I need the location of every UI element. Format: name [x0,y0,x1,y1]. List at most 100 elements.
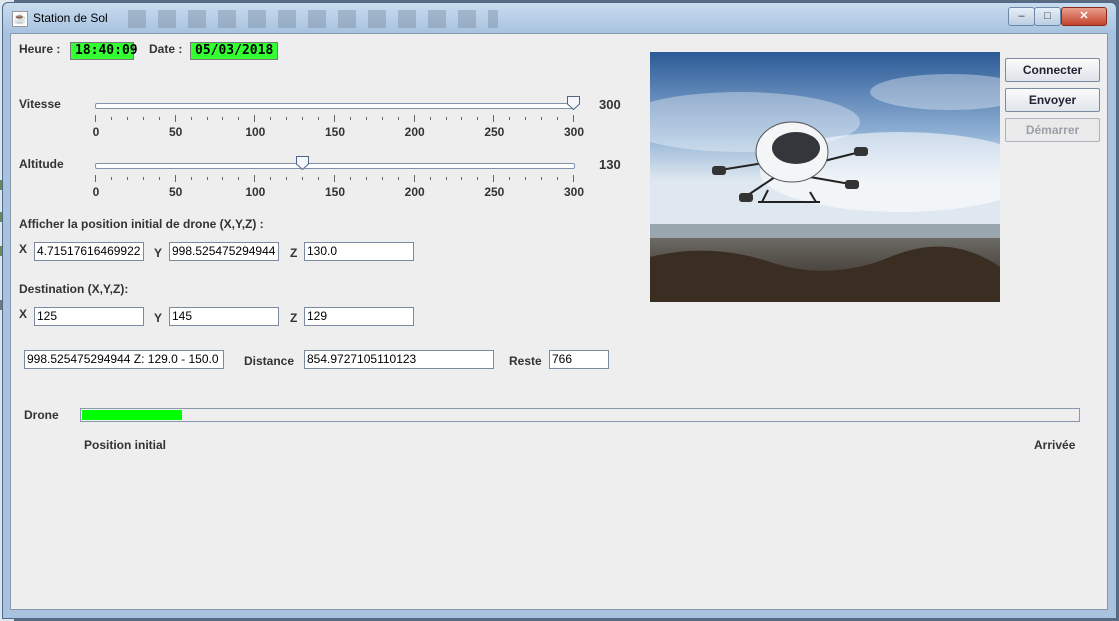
vitesse-slider[interactable]: 0 50 100 150 200 250 300 [92,96,615,156]
altitude-tick [525,177,527,180]
destination-z-field[interactable]: 129 [304,307,414,326]
vitesse-tick [541,117,543,120]
vitesse-tick-label: 100 [245,125,266,139]
altitude-slider[interactable]: 0 50 100 150 200 250 300 [92,156,615,216]
destination-x-field[interactable]: 125 [34,307,144,326]
position-z-field[interactable]: 130.0 [304,242,414,261]
altitude-tick [158,177,160,180]
position-z-label: Z [290,246,298,260]
vitesse-tick [318,117,320,120]
vitesse-tick [110,117,112,120]
altitude-tick [174,175,176,182]
drone-progress-bar [80,408,1080,422]
close-button[interactable]: ✕ [1061,7,1107,26]
start-position-label: Position initial [84,438,167,452]
altitude-slider-track[interactable] [95,163,575,169]
demarrer-button[interactable]: Démarrer [1005,118,1100,142]
altitude-tick [142,177,144,180]
vitesse-tick [413,115,415,122]
destination-y-field[interactable]: 145 [169,307,279,326]
position-y-field[interactable]: 998.525475294944 [169,242,279,261]
altitude-ticks [95,175,575,185]
vitesse-slider-thumb[interactable] [567,96,580,110]
altitude-tick [429,177,431,180]
altitude-tick [206,177,208,180]
vitesse-tick [174,115,176,122]
altitude-tick [365,177,367,180]
app-window: ☕ Station de Sol – □ ✕ Heure : 18:40:09 … [2,2,1117,619]
vitesse-tick-label: 200 [404,125,425,139]
altitude-tick [286,177,288,180]
altitude-tick [349,177,351,180]
altitude-tick-label: 100 [245,185,266,199]
vitesse-tick [222,117,224,120]
vitesse-tick [302,117,304,120]
altitude-label: Altitude [19,157,64,171]
vitesse-tick [190,117,192,120]
vitesse-tick [509,117,511,120]
altitude-tick-label: 0 [92,185,100,199]
vitesse-tick [381,117,383,120]
maximize-button[interactable]: □ [1034,7,1061,26]
vitesse-tick [397,117,399,120]
drone-progress-fill [82,410,182,420]
altitude-tick [477,177,479,180]
background-toolbar [128,10,498,28]
altitude-tick-label: 50 [168,185,183,199]
main-panel: Heure : 18:40:09 Date : 05/03/2018 Vites… [10,33,1108,610]
altitude-tick [254,175,256,182]
altitude-tick [95,175,96,182]
envoyer-button[interactable]: Envoyer [1005,88,1100,112]
distance-label: Distance [244,354,295,368]
heure-label: Heure : [19,42,61,56]
altitude-tick [110,177,112,180]
reste-field[interactable]: 766 [549,350,609,369]
distance-field[interactable]: 854.9727105110123 [304,350,494,369]
vitesse-tick [557,117,559,120]
destination-x-label: X [19,307,28,321]
vitesse-tick-label: 0 [92,125,100,139]
position-x-field[interactable]: 4.71517616469922 [34,242,144,261]
altitude-tick-labels: 0 50 100 150 200 250 300 [92,185,615,199]
vitesse-slider-track[interactable] [95,103,575,109]
vitesse-tick-labels: 0 50 100 150 200 250 300 [92,125,615,139]
altitude-tick [222,177,224,180]
altitude-tick [270,177,272,180]
destination-z-label: Z [290,311,298,325]
vitesse-value: 300 [599,97,621,112]
connecter-button[interactable]: Connecter [1005,58,1100,82]
date-label: Date : [149,42,183,56]
position-section-label: Afficher la position initial de drone (X… [19,217,264,231]
reste-label: Reste [509,354,542,368]
vitesse-tick [477,117,479,120]
java-icon: ☕ [12,11,28,27]
heure-field: 18:40:09 [70,42,138,60]
vitesse-tick [334,115,335,122]
altitude-tick-label: 200 [404,185,425,199]
drone-progress-label: Drone [24,408,59,422]
minimize-button[interactable]: – [1008,7,1035,26]
position-y-value: 998.525475294944 [172,244,276,258]
vitesse-tick [573,115,574,122]
altitude-tick-label: 250 [484,185,505,199]
vitesse-label: Vitesse [19,97,61,111]
vitesse-tick [493,115,495,122]
date-field: 05/03/2018 [190,42,278,60]
altitude-tick-label: 150 [324,185,346,199]
drone-photo [650,52,1000,302]
vitesse-ticks [95,115,575,125]
vitesse-tick [429,117,431,120]
altitude-slider-thumb[interactable] [296,156,310,170]
title-bar[interactable]: ☕ Station de Sol – □ ✕ [3,3,1116,33]
summary-field[interactable]: 998.525475294944 Z: 129.0 - 150.0 [24,350,224,369]
vitesse-tick [95,115,96,122]
destination-section-label: Destination (X,Y,Z): [19,282,129,296]
altitude-tick [397,177,399,180]
altitude-tick [302,177,304,180]
altitude-tick [318,177,320,180]
altitude-tick [126,177,128,180]
altitude-tick [238,177,240,180]
vitesse-tick [206,117,208,120]
altitude-tick [461,177,463,180]
vitesse-tick [158,117,160,120]
